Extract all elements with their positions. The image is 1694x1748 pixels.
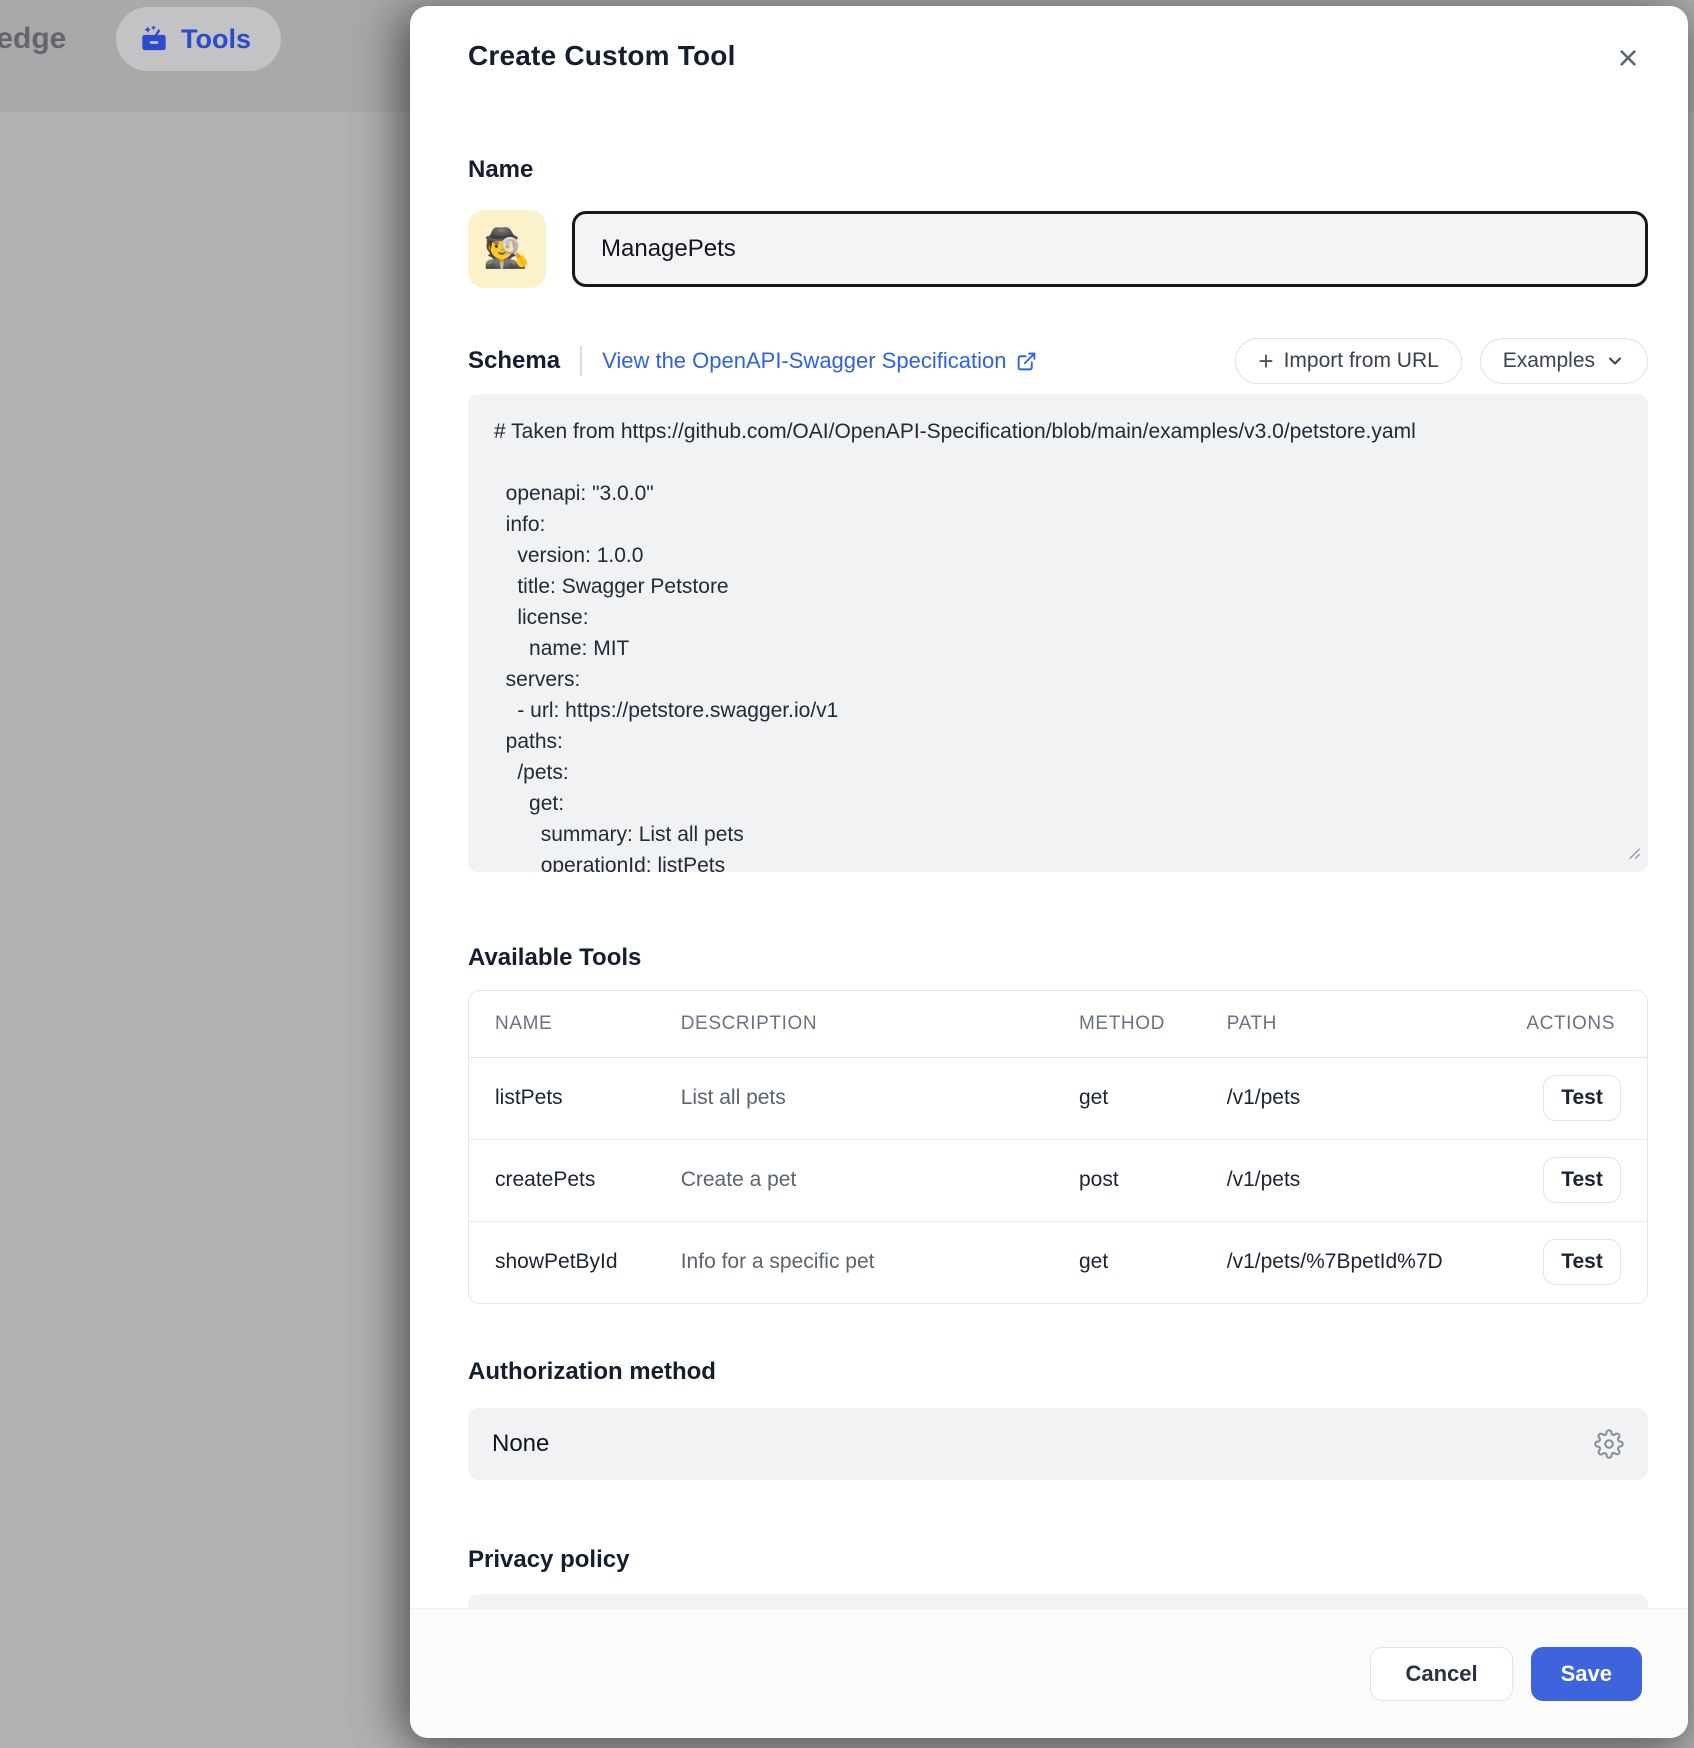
import-from-url-label: Import from URL <box>1284 349 1439 373</box>
schema-editor-container: # Taken from https://github.com/OAI/Open… <box>468 394 1648 872</box>
tab-knowledge[interactable]: ledge <box>0 22 66 56</box>
schema-header-row: Schema View the OpenAPI-Swagger Specific… <box>468 338 1648 384</box>
tool-description: Create a pet <box>655 1139 1053 1221</box>
authorization-method-label: Authorization method <box>468 1358 1648 1386</box>
available-tools-table: NAME DESCRIPTION METHOD PATH ACTIONS lis… <box>468 990 1648 1304</box>
col-header-description: DESCRIPTION <box>655 991 1053 1057</box>
cancel-button[interactable]: Cancel <box>1370 1647 1512 1701</box>
table-header-row: NAME DESCRIPTION METHOD PATH ACTIONS <box>469 991 1647 1057</box>
tools-icon <box>140 25 168 53</box>
tool-path: /v1/pets/%7BpetId%7D <box>1201 1221 1501 1303</box>
tool-path: /v1/pets <box>1201 1057 1501 1139</box>
tool-method: get <box>1053 1221 1201 1303</box>
avatar[interactable]: 🕵️ <box>468 210 546 288</box>
test-button[interactable]: Test <box>1543 1157 1621 1203</box>
tab-tools[interactable]: Tools <box>116 7 281 71</box>
modal-title: Create Custom Tool <box>468 40 1648 72</box>
openapi-spec-link[interactable]: View the OpenAPI-Swagger Specification <box>602 348 1037 374</box>
col-header-method: METHOD <box>1053 991 1201 1057</box>
plus-icon: + <box>1258 348 1273 374</box>
tool-description: Info for a specific pet <box>655 1221 1053 1303</box>
openapi-spec-link-label: View the OpenAPI-Swagger Specification <box>602 348 1006 374</box>
tool-path: /v1/pets <box>1201 1139 1501 1221</box>
examples-dropdown-button[interactable]: Examples <box>1480 338 1648 384</box>
tab-tools-label: Tools <box>181 24 251 55</box>
available-tools-label: Available Tools <box>468 944 1648 972</box>
create-custom-tool-modal: Create Custom Tool × Name 🕵️ Schema View… <box>410 6 1688 1738</box>
tool-name: createPets <box>469 1139 655 1221</box>
col-header-actions: ACTIONS <box>1500 991 1647 1057</box>
tool-method: post <box>1053 1139 1201 1221</box>
schema-section-label: Schema <box>468 347 560 375</box>
external-link-icon <box>1016 351 1037 372</box>
resize-handle-icon[interactable] <box>1620 839 1642 866</box>
save-button[interactable]: Save <box>1531 1647 1642 1701</box>
table-row: listPets List all pets get /v1/pets Test <box>469 1057 1647 1139</box>
examples-label: Examples <box>1503 349 1595 373</box>
tool-name: listPets <box>469 1057 655 1139</box>
import-from-url-button[interactable]: + Import from URL <box>1235 338 1461 384</box>
schema-actions: + Import from URL Examples <box>1235 338 1648 384</box>
table-row: createPets Create a pet post /v1/pets Te… <box>469 1139 1647 1221</box>
modal-footer: Cancel Save <box>410 1608 1688 1738</box>
col-header-path: PATH <box>1201 991 1501 1057</box>
tool-method: get <box>1053 1057 1201 1139</box>
table-row: showPetById Info for a specific pet get … <box>469 1221 1647 1303</box>
gear-icon[interactable] <box>1594 1429 1624 1459</box>
test-button[interactable]: Test <box>1543 1075 1621 1121</box>
authorization-method-select[interactable]: None <box>468 1408 1648 1480</box>
tool-description: List all pets <box>655 1057 1053 1139</box>
name-section-label: Name <box>468 156 1648 184</box>
name-row: 🕵️ <box>468 210 1648 288</box>
tool-name-input[interactable] <box>572 211 1648 287</box>
test-button[interactable]: Test <box>1543 1239 1621 1285</box>
close-icon[interactable]: × <box>1608 38 1648 78</box>
schema-divider <box>580 346 582 376</box>
privacy-policy-label: Privacy policy <box>468 1546 1648 1574</box>
authorization-method-value: None <box>492 1430 549 1458</box>
detective-emoji-icon: 🕵️ <box>483 227 530 271</box>
tool-name: showPetById <box>469 1221 655 1303</box>
col-header-name: NAME <box>469 991 655 1057</box>
chevron-down-icon <box>1605 351 1625 371</box>
schema-textarea[interactable]: # Taken from https://github.com/OAI/Open… <box>468 394 1648 872</box>
